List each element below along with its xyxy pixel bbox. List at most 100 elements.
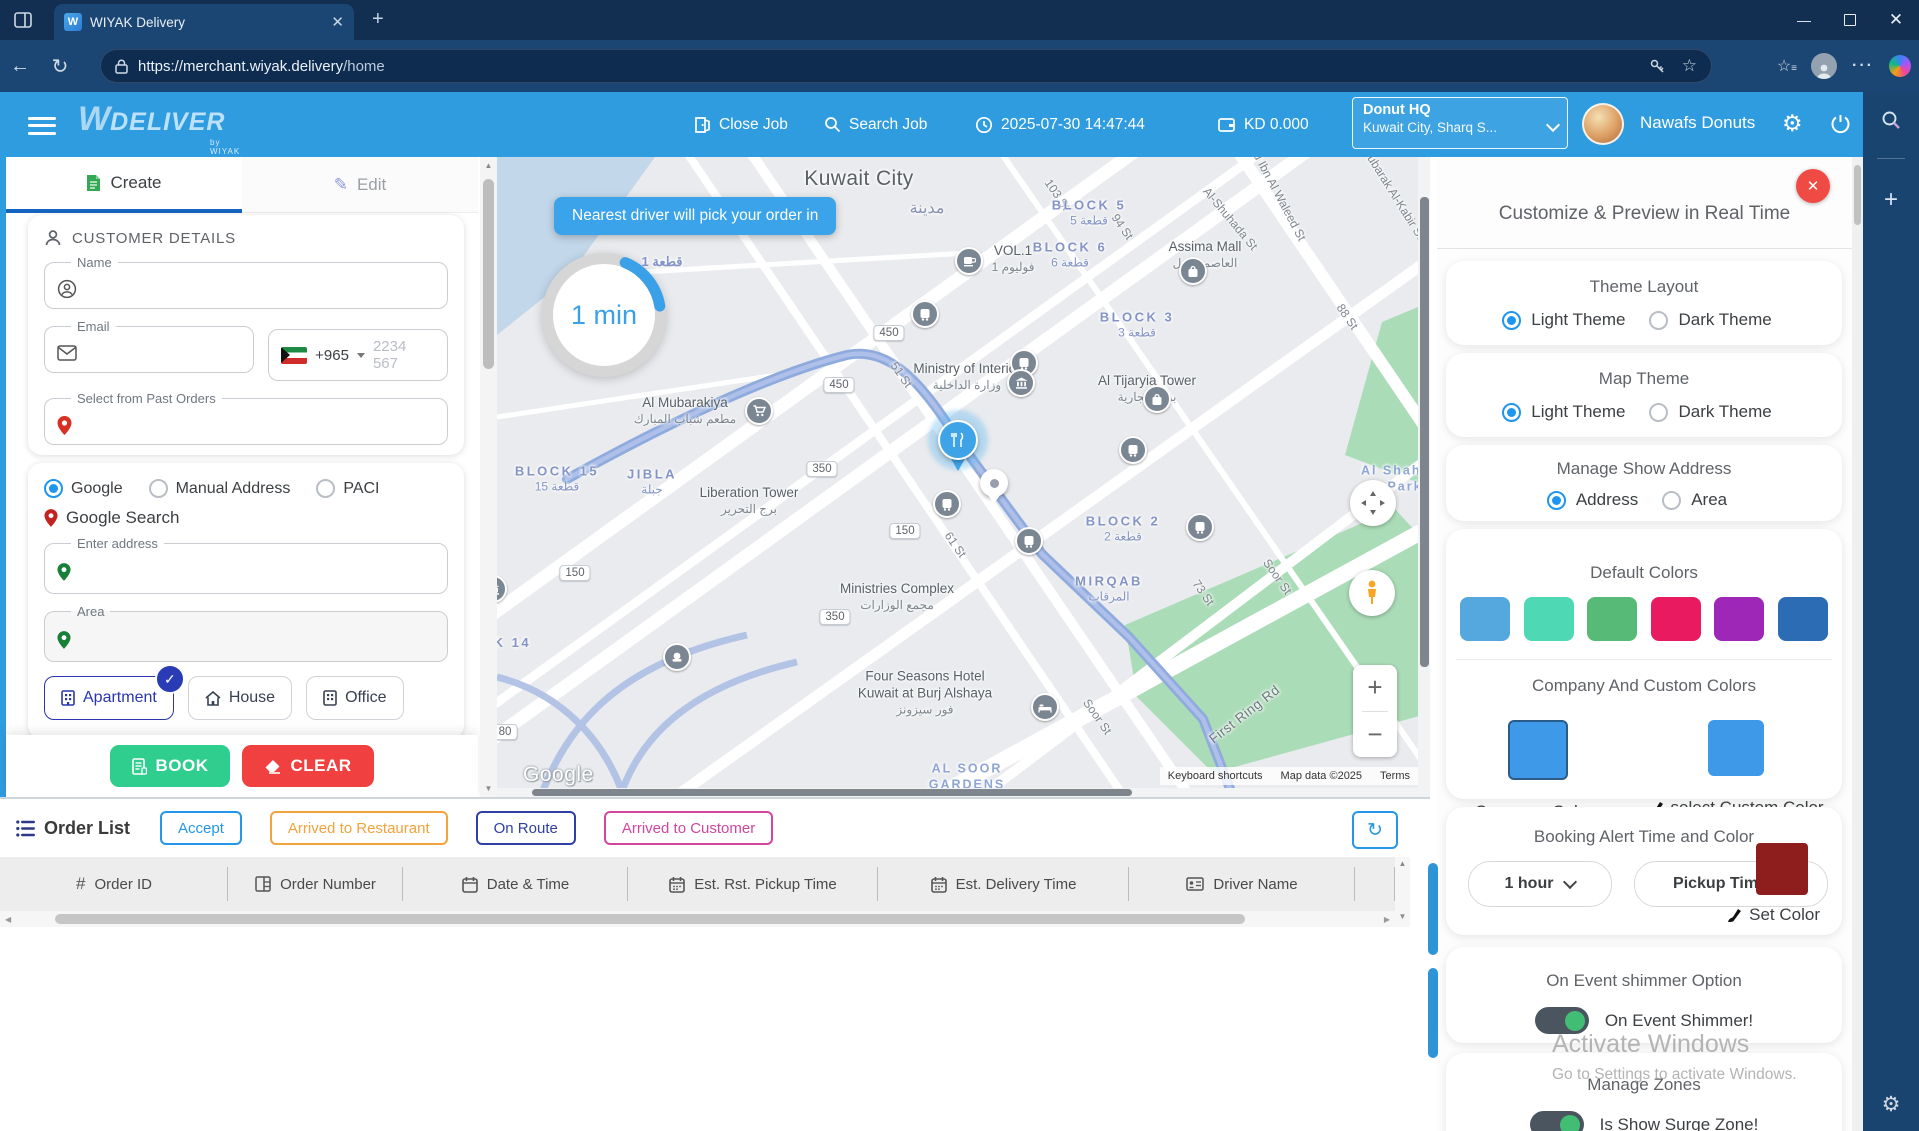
edit-pencil-icon: ✎	[334, 175, 348, 195]
password-key-icon[interactable]	[1649, 58, 1666, 75]
show-address-card: Manage Show Address Address Area	[1446, 445, 1842, 521]
refresh-orders-button[interactable]: ↻	[1352, 811, 1398, 849]
merchant-avatar[interactable]	[1582, 103, 1624, 145]
back-button[interactable]: ←	[0, 55, 40, 78]
office-icon	[323, 690, 337, 706]
shimmer-toggle[interactable]	[1535, 1007, 1589, 1034]
alert-time-select[interactable]: 1 hour	[1468, 861, 1612, 907]
radio-map-light-theme[interactable]	[1502, 403, 1521, 422]
apartment-button[interactable]: Apartment ✓	[44, 676, 174, 720]
bus-poi-icon	[1015, 527, 1043, 555]
map-vertical-scrollbar[interactable]	[1418, 157, 1430, 797]
sidebar-settings-icon[interactable]: ⚙	[1863, 1092, 1919, 1117]
filter-on-route[interactable]: On Route	[476, 811, 576, 845]
tab-list-icon[interactable]	[14, 11, 32, 29]
branch-selector[interactable]: Donut HQ Kuwait City, Sharq S...	[1352, 97, 1568, 149]
form-scrollbar[interactable]: ▲ ▼	[480, 157, 497, 797]
panel-scrollbar[interactable]	[1852, 157, 1863, 1131]
custom-color-swatch[interactable]	[1708, 720, 1764, 776]
past-orders-field[interactable]: Select from Past Orders	[44, 391, 448, 445]
keyboard-shortcuts-link[interactable]: Keyboard shortcuts	[1168, 770, 1263, 782]
copilot-icon[interactable]	[1889, 55, 1911, 77]
route-shield: 150	[889, 523, 920, 539]
zoom-in-button[interactable]: +	[1353, 665, 1397, 711]
pan-control[interactable]	[1350, 480, 1396, 526]
tab-create[interactable]: Create	[6, 157, 242, 213]
wallet-balance: KD 0.000	[1218, 92, 1309, 157]
radio-manual-address[interactable]	[149, 479, 168, 498]
alert-color-swatch[interactable]	[1756, 843, 1808, 895]
clear-button[interactable]: CLEAR	[242, 745, 373, 787]
sidebar-add-icon[interactable]: +	[1863, 186, 1919, 214]
bus-poi-icon	[1119, 436, 1147, 464]
new-tab-button[interactable]: +	[372, 8, 384, 31]
filter-arrived-to-restaurant[interactable]: Arrived to Restaurant	[270, 811, 448, 845]
tab-close-icon[interactable]: ✕	[331, 13, 344, 31]
clock-icon	[975, 116, 993, 134]
default-color-swatch-5[interactable]	[1714, 597, 1764, 641]
search-job-button[interactable]: Search Job	[824, 92, 927, 157]
settings-gear-icon[interactable]: ⚙	[1782, 110, 1803, 137]
tab-title: WIYAK Delivery	[90, 15, 323, 30]
map-label: قطعة 1	[642, 254, 683, 270]
radio-address[interactable]	[1547, 491, 1566, 510]
terms-link[interactable]: Terms	[1380, 770, 1410, 782]
refresh-button[interactable]: ↻	[40, 54, 80, 79]
zoom-out-button[interactable]: −	[1353, 712, 1397, 758]
logout-power-icon[interactable]	[1830, 113, 1851, 134]
book-button[interactable]: BOOK	[110, 745, 230, 787]
browser-profile-avatar[interactable]	[1811, 53, 1837, 79]
radio-google[interactable]	[44, 479, 63, 498]
default-color-swatch-3[interactable]	[1587, 597, 1637, 641]
bank-poi-icon	[1007, 369, 1035, 397]
window-minimize-button[interactable]: —	[1781, 0, 1827, 40]
house-button[interactable]: House	[188, 676, 292, 720]
surge-zone-label: Is Show Surge Zone!	[1600, 1115, 1759, 1131]
create-doc-icon	[86, 174, 101, 192]
default-color-swatch-2[interactable]	[1524, 597, 1574, 641]
table-horizontal-scrollbar[interactable]: ◀ ▶	[0, 911, 1395, 927]
default-color-swatch-4[interactable]	[1651, 597, 1701, 641]
table-vertical-scrollbar[interactable]: ▲ ▼	[1395, 857, 1410, 927]
close-panel-icon[interactable]: ✕	[1796, 169, 1830, 203]
map-canvas[interactable]: Kuwait Cityمدينة103 St94 StAl-Shuhada St…	[497, 157, 1430, 797]
window-maximize-button[interactable]	[1827, 0, 1873, 40]
map-label: JIBLAجبلة	[627, 466, 677, 497]
hamburger-menu-icon[interactable]	[28, 112, 56, 139]
radio-area[interactable]	[1662, 491, 1681, 510]
phone-field[interactable]: +965 2234 567	[268, 329, 448, 381]
email-field[interactable]: Email	[44, 319, 254, 373]
tab-edit[interactable]: ✎ Edit	[242, 157, 478, 213]
radio-light-theme[interactable]	[1502, 311, 1521, 330]
pegman-control[interactable]	[1349, 570, 1395, 616]
enter-address-field[interactable]: Enter address	[44, 536, 448, 594]
favorites-bar-icon[interactable]: ☆≡	[1777, 56, 1796, 76]
surge-zone-toggle[interactable]	[1530, 1111, 1584, 1131]
phone-country-code[interactable]: +965	[315, 347, 349, 364]
nearest-driver-tooltip: Nearest driver will pick your order in	[554, 197, 836, 235]
address-bar[interactable]: https://merchant.wiyak.delivery/home ☆	[100, 49, 1712, 83]
map-horizontal-scrollbar[interactable]	[497, 788, 1418, 797]
favorite-star-icon[interactable]: ☆	[1682, 56, 1697, 76]
radio-map-dark-theme[interactable]	[1649, 403, 1668, 422]
name-field[interactable]: Name	[44, 255, 448, 309]
default-color-swatch-1[interactable]	[1460, 597, 1510, 641]
house-icon	[205, 691, 221, 706]
window-close-button[interactable]: ✕	[1873, 0, 1919, 40]
browser-menu-icon[interactable]: ···	[1852, 57, 1874, 75]
default-color-swatch-6[interactable]	[1778, 597, 1828, 641]
radio-dark-theme[interactable]	[1649, 311, 1668, 330]
google-logo: Google	[523, 763, 594, 787]
browser-tab[interactable]: W WIYAK Delivery ✕	[54, 4, 354, 40]
set-color-button[interactable]: Set Color	[1727, 905, 1820, 925]
radio-paci[interactable]	[316, 479, 335, 498]
filter-accept[interactable]: Accept	[160, 811, 242, 845]
area-field[interactable]: Area	[44, 604, 448, 662]
company-color-swatch[interactable]	[1508, 720, 1568, 780]
close-job-button[interactable]: Close Job	[694, 92, 788, 157]
office-button[interactable]: Office	[306, 676, 404, 720]
map-label: Al Mubarakiyaمطعم شباب المبارك	[634, 395, 736, 427]
sidebar-search-icon[interactable]	[1881, 110, 1901, 130]
person-icon	[44, 229, 62, 247]
filter-arrived-to-customer[interactable]: Arrived to Customer	[604, 811, 773, 845]
